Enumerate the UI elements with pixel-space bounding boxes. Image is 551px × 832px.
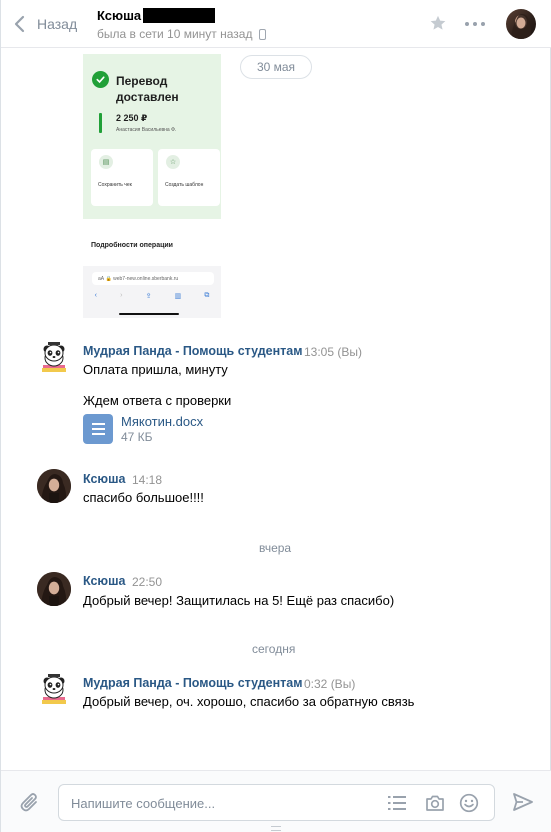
message-input-placeholder: Напишите сообщение... <box>71 796 216 811</box>
message-text: Ждем ответа с проверки <box>83 393 232 408</box>
message-text: Добрый вечер, оч. хорошо, спасибо за обр… <box>83 694 415 709</box>
screenshot-card-receipt: ▤ Сохранить чек <box>91 149 153 206</box>
peer-avatar[interactable] <box>37 572 71 606</box>
send-icon[interactable] <box>513 793 533 811</box>
mobile-phone-icon <box>259 28 267 40</box>
attachment-name[interactable]: Мякотин.docx <box>121 414 203 429</box>
screenshot-recipient: Анастасия Васильевна Ф. <box>116 127 177 133</box>
screenshot-details: Подробности операции <box>91 242 173 249</box>
message-time[interactable]: 0:32 (Вы) <box>304 677 355 691</box>
screenshot-card-template: ☆ Создать шаблон <box>158 149 220 206</box>
resize-grip[interactable] <box>271 826 281 831</box>
peer-status: была в сети 10 минут назад <box>97 27 267 41</box>
screenshot-amount: 2 250 ₽ <box>116 113 148 123</box>
peer-avatar[interactable] <box>506 9 536 39</box>
peer-name[interactable]: Ксюша <box>97 8 216 23</box>
document-icon[interactable] <box>83 414 113 444</box>
screenshot-browser-nav: ‹ › ⇪ ▥ ⧉ <box>94 292 210 300</box>
screenshot-url-bar: аА 🔒 web7-new.online.sberbank.ru <box>92 272 214 285</box>
panda-avatar[interactable] <box>39 340 69 374</box>
message-author[interactable]: Ксюша <box>83 574 125 588</box>
message-text: Добрый вечер! Защитилась на 5! Ещё раз с… <box>83 593 395 608</box>
message-author[interactable]: Мудрая Панда - Помощь студентам <box>83 676 302 690</box>
message-time[interactable]: 13:05 (Вы) <box>304 345 362 359</box>
peer-avatar[interactable] <box>37 469 71 503</box>
peer-name-text: Ксюша <box>97 8 142 23</box>
panda-avatar[interactable] <box>39 672 69 706</box>
message-time[interactable]: 14:18 <box>132 473 162 487</box>
message-author[interactable]: Ксюша <box>83 472 125 486</box>
payment-screenshot-image[interactable]: Перевод доставлен 2 250 ₽ Анастасия Васи… <box>83 54 221 318</box>
list-icon[interactable] <box>388 795 406 811</box>
message-text: спасибо большое!!!! <box>83 490 204 505</box>
back-label: Назад <box>37 16 78 32</box>
paperclip-icon[interactable] <box>18 791 42 815</box>
message-text: Оплата пришла, минуту <box>83 362 228 377</box>
day-divider: вчера <box>259 541 292 555</box>
message-author[interactable]: Мудрая Панда - Помощь студентам <box>83 344 302 358</box>
chevron-left-icon <box>14 15 25 33</box>
date-pill[interactable]: 30 мая <box>240 55 312 79</box>
message-input[interactable]: Напишите сообщение... <box>58 784 495 821</box>
peer-status-text: была в сети 10 минут назад <box>97 27 253 41</box>
receipt-icon: ▤ <box>99 155 113 169</box>
star-icon[interactable] <box>429 14 447 32</box>
screenshot-title: Перевод доставлен <box>116 74 179 104</box>
message-composer: Напишите сообщение... <box>1 770 551 832</box>
check-icon <box>92 71 109 88</box>
camera-icon[interactable] <box>425 794 445 812</box>
day-divider: сегодня <box>252 642 296 656</box>
attachment-size: 47 КБ <box>121 430 153 444</box>
smile-icon[interactable] <box>459 793 479 813</box>
back-button[interactable]: Назад <box>13 14 77 34</box>
message-time[interactable]: 22:50 <box>132 575 162 589</box>
more-dots-icon[interactable] <box>465 17 485 31</box>
redacted-surname <box>143 8 216 23</box>
chat-window: Назад Ксюша была в сети 10 минут назад П… <box>0 0 551 832</box>
star-outline-icon: ☆ <box>166 155 180 169</box>
chat-header: Назад Ксюша была в сети 10 минут назад <box>1 0 551 48</box>
